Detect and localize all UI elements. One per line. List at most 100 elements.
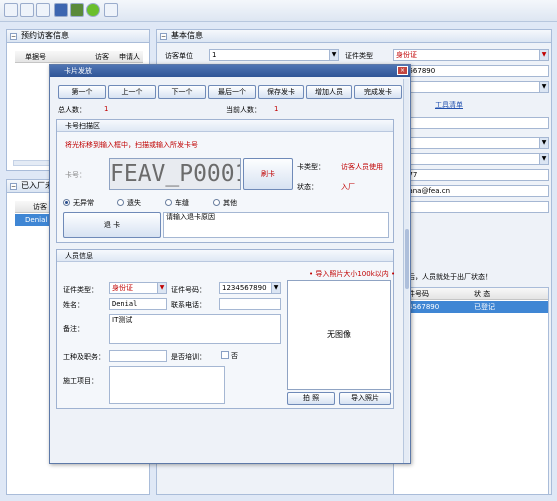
col-doc-no[interactable]: 单据号 xyxy=(25,52,46,62)
id-type-select[interactable]: 身份证 ▼ xyxy=(109,282,167,294)
reserved-visitor-header: − 预约访客信息 xyxy=(6,29,150,43)
take-photo-button[interactable]: 拍 照 xyxy=(287,392,335,405)
open-icon[interactable] xyxy=(20,3,34,17)
chevron-down-icon[interactable]: ▼ xyxy=(539,82,548,92)
card-number-input[interactable]: FEAV_P0001 xyxy=(109,158,241,190)
edit-icon[interactable] xyxy=(36,3,50,17)
field-1[interactable] xyxy=(393,117,549,129)
email-field[interactable]: pana@fea.cn xyxy=(393,185,549,197)
total-value: 1 xyxy=(104,105,109,113)
collapse-icon[interactable]: − xyxy=(10,33,17,40)
col-status[interactable]: 状 态 xyxy=(474,289,490,299)
return-card-button[interactable]: 退 卡 xyxy=(63,212,161,238)
add-person-button[interactable]: 增加人员 xyxy=(306,85,352,99)
last-button[interactable]: 最后一个 xyxy=(208,85,256,99)
phone-field[interactable]: 877 xyxy=(393,169,549,181)
prev-button[interactable]: 上一个 xyxy=(108,85,156,99)
col-id-no[interactable]: 件号码 xyxy=(408,289,429,299)
name-field[interactable]: Denial xyxy=(109,298,167,310)
id-no-value: 1234567890 xyxy=(222,284,267,292)
card-scan-group: 卡号扫描区 将光标移到输入框中，扫描或输入所发卡号 卡号： FEAV_P0001… xyxy=(56,119,394,243)
chevron-down-icon[interactable]: ▼ xyxy=(539,138,548,148)
note-label: 备注： xyxy=(63,325,84,333)
job-label: 工种及职务： xyxy=(63,353,105,361)
col-applicant[interactable]: 申请人 xyxy=(119,52,140,62)
col-visitor[interactable]: 访客 xyxy=(33,202,47,212)
first-button[interactable]: 第一个 xyxy=(58,85,106,99)
current-value: 1 xyxy=(274,105,279,113)
return-reason-input[interactable]: 请输入退卡原因 xyxy=(163,212,389,238)
confirm-icon[interactable] xyxy=(86,3,100,17)
grid-header: 件号码 状 态 xyxy=(394,288,548,300)
visitor-cell: Denial xyxy=(25,216,48,224)
finish-issue-button[interactable]: 完成发卡 xyxy=(354,85,402,99)
import-photo-button[interactable]: 导入照片 xyxy=(339,392,391,405)
status-value: 入厂 xyxy=(341,183,355,191)
note-field[interactable]: IT测试 xyxy=(109,314,281,344)
radio-normal-label: 无异常 xyxy=(73,199,94,207)
chevron-down-icon[interactable]: ▼ xyxy=(157,283,166,293)
id-no-select[interactable]: 1234567890 ▼ xyxy=(219,282,281,294)
vertical-scrollbar[interactable] xyxy=(403,79,409,463)
visitor-unit-value: 1 xyxy=(212,51,217,59)
card-number-value: FEAV_P0001 xyxy=(110,161,241,187)
job-field[interactable] xyxy=(109,350,167,362)
collapse-icon[interactable]: − xyxy=(160,33,167,40)
project-label: 施工项目： xyxy=(63,377,98,385)
collapse-icon[interactable]: − xyxy=(10,183,17,190)
trained-checkbox[interactable] xyxy=(221,351,229,359)
id-type-label: 证件类型 xyxy=(345,52,373,60)
save-issue-button[interactable]: 保存发卡 xyxy=(258,85,304,99)
visitor-status-grid: 件号码 状 态 4567890 已登记 xyxy=(393,287,549,495)
field-2[interactable] xyxy=(393,201,549,213)
trained-label: 是否培训： xyxy=(171,353,206,361)
id-cell: 4567890 xyxy=(408,303,440,311)
id-no-label: 证件号码： xyxy=(171,286,206,294)
condition-select[interactable]: 处 ▼ xyxy=(393,137,549,149)
save-icon[interactable] xyxy=(54,3,68,17)
photo-size-hint: • 导入照片大小100k以内 • xyxy=(309,270,396,278)
basic-info-header: − 基本信息 xyxy=(156,29,552,43)
name-label: 姓名： xyxy=(63,301,84,309)
note-value: IT测试 xyxy=(112,316,133,324)
exit-icon[interactable] xyxy=(104,3,118,17)
radio-lost-label: 遗失 xyxy=(127,199,141,207)
tools-list-link[interactable]: 工具清单 xyxy=(435,100,463,110)
next-button[interactable]: 下一个 xyxy=(158,85,206,99)
radio-other[interactable] xyxy=(213,199,220,206)
photo-area: 无图像 xyxy=(287,280,391,390)
id-type-value: 身份证 xyxy=(396,51,417,59)
col-visitor[interactable]: 访客 xyxy=(95,52,109,62)
swipe-card-button[interactable]: 刷卡 xyxy=(243,158,293,190)
toolbar xyxy=(0,0,557,22)
radio-other-label: 其他 xyxy=(223,199,237,207)
panel-title: 预约访客信息 xyxy=(21,31,69,40)
chevron-down-icon[interactable]: ▼ xyxy=(271,283,280,293)
new-icon[interactable] xyxy=(4,3,18,17)
current-label: 当前人数： xyxy=(226,106,261,114)
scrollbar-thumb[interactable] xyxy=(405,229,409,289)
project-field[interactable] xyxy=(109,366,225,404)
chevron-down-icon[interactable]: ▼ xyxy=(539,50,548,60)
no-image-label: 无图像 xyxy=(327,330,351,339)
radio-normal[interactable] xyxy=(63,199,70,206)
home-icon[interactable] xyxy=(70,3,84,17)
dialog-titlebar[interactable]: 卡片发放 xyxy=(50,65,410,77)
table-row[interactable]: 4567890 已登记 xyxy=(394,301,548,313)
total-label: 总人数： xyxy=(58,106,86,114)
id-number-field[interactable]: 4567890 xyxy=(393,65,549,77)
visitor-unit-select[interactable]: 1 ▼ xyxy=(209,49,339,61)
chevron-down-icon[interactable]: ▼ xyxy=(539,154,548,164)
phone-field[interactable] xyxy=(219,298,281,310)
card-issue-dialog: 卡片发放 × 第一个 上一个 下一个 最后一个 保存发卡 增加人员 完成发卡 总… xyxy=(49,64,411,464)
scan-hint: 将光标移到输入框中，扫描或输入所发卡号 xyxy=(65,141,198,149)
gender-select[interactable]: ▼ xyxy=(393,81,549,93)
radio-damaged[interactable] xyxy=(165,199,172,206)
card-label: 卡号： xyxy=(65,171,86,179)
chevron-down-icon[interactable]: ▼ xyxy=(329,50,338,60)
close-icon[interactable]: × xyxy=(397,66,408,75)
id-type-select[interactable]: 身份证 ▼ xyxy=(393,49,549,61)
group-header: 人员信息 xyxy=(57,250,393,262)
type-select[interactable]: ▼ xyxy=(393,153,549,165)
radio-lost[interactable] xyxy=(117,199,124,206)
